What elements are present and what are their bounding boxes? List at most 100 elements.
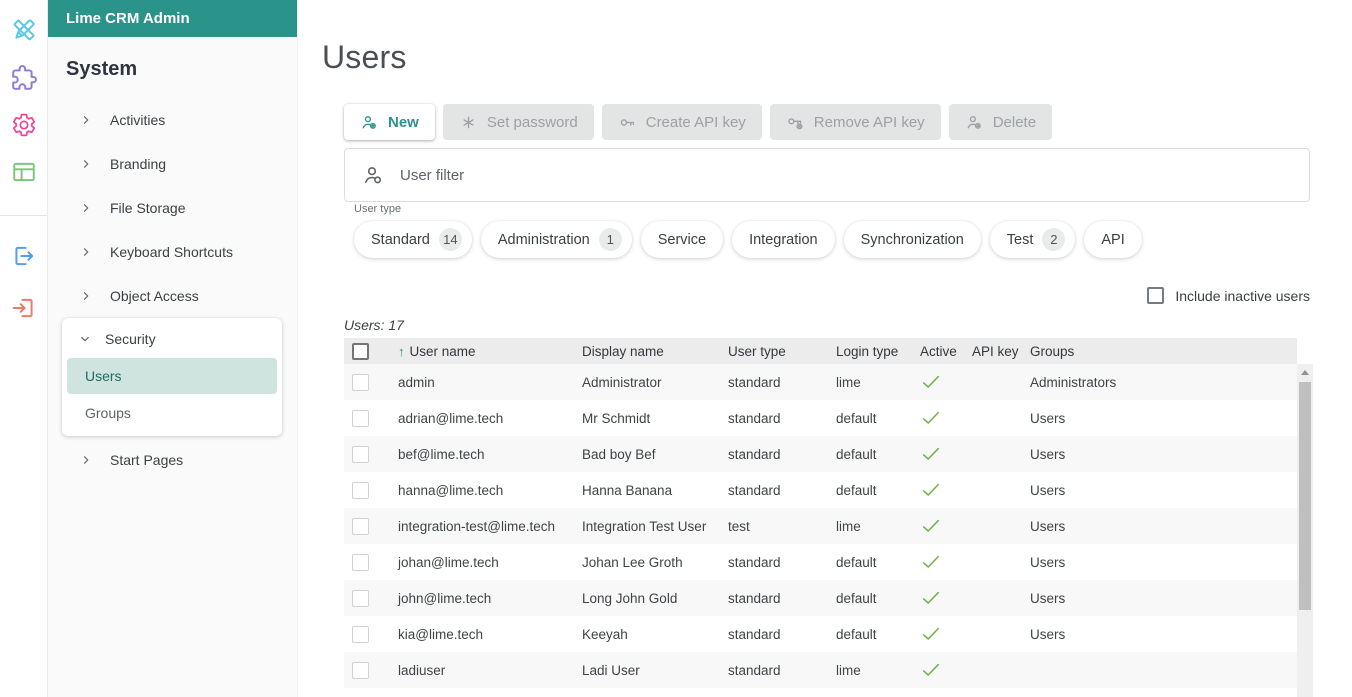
sidebar-item-label: File Storage <box>110 200 186 216</box>
row-select-cell <box>344 472 386 508</box>
cell-active <box>908 400 960 436</box>
table-row[interactable]: adrian@lime.tech Mr Schmidt standard defaul… <box>344 400 1297 436</box>
sidebar-item-file-storage[interactable]: File Storage <box>48 186 297 230</box>
row-checkbox[interactable] <box>352 517 369 535</box>
chip-label: Synchronization <box>860 231 964 248</box>
remove-api-key-button[interactable]: Remove API key <box>769 104 941 140</box>
table-header: ↑ User name Display name User type Login… <box>344 338 1297 364</box>
cell-api-key <box>960 472 1018 508</box>
column-header-api-key[interactable]: API key <box>960 338 1019 364</box>
sidebar-section-title: System <box>66 58 138 80</box>
user-type-chip[interactable]: Synchronization <box>843 221 981 258</box>
row-checkbox[interactable] <box>352 661 369 679</box>
chip-label: Standard <box>371 231 430 248</box>
user-filter-input[interactable] <box>398 165 1297 185</box>
table-row[interactable]: johan@lime.tech Johan Lee Groth standard de… <box>344 544 1297 580</box>
export-icon[interactable] <box>11 243 37 269</box>
cell-groups: Users <box>1030 626 1066 642</box>
include-inactive-checkbox[interactable] <box>1147 287 1165 304</box>
sidebar-item-activities[interactable]: Activities <box>48 98 297 142</box>
toolbar: New Set password Create API key Remove A… <box>344 104 1053 140</box>
design-tools-icon[interactable] <box>11 17 37 43</box>
table-row[interactable]: hanna@lime.tech Hanna Banana standard defau… <box>344 472 1297 508</box>
select-all-checkbox[interactable] <box>352 342 369 360</box>
row-checkbox[interactable] <box>352 625 369 643</box>
cell-login-type: default <box>836 626 877 642</box>
active-check-icon <box>920 443 942 465</box>
password-asterisk-icon <box>459 113 478 132</box>
users-count: Users: 17 <box>344 317 404 333</box>
table-row[interactable]: ladiuser Ladi User standard lime <box>344 652 1297 688</box>
user-filter-box <box>344 148 1310 202</box>
chip-label: API <box>1101 231 1125 248</box>
cell-groups: Users <box>1030 554 1066 570</box>
chip-count-badge: 1 <box>598 228 622 251</box>
user-type-chip[interactable]: Integration <box>732 221 835 258</box>
table-row[interactable]: integration-test@lime.tech Integration Te… <box>344 508 1297 544</box>
lime-crm-admin-window: Lime CRM Admin System Activities Brandin… <box>0 0 1352 697</box>
cell-display-name: Administrator <box>582 374 662 390</box>
cell-user-type: standard <box>728 446 781 462</box>
row-checkbox[interactable] <box>352 481 369 499</box>
row-select-cell <box>344 580 386 616</box>
sidebar-item-keyboard-shortcuts[interactable]: Keyboard Shortcuts <box>48 230 297 274</box>
row-select-cell <box>344 364 386 400</box>
cell-groups: Users <box>1030 446 1066 462</box>
cell-user-type: standard <box>728 626 781 642</box>
user-type-chip[interactable]: Test 2 <box>989 221 1076 258</box>
puzzle-icon[interactable] <box>11 65 37 91</box>
table-row[interactable]: john@lime.tech Long John Gold standard defa… <box>344 580 1297 616</box>
user-type-chip[interactable]: API <box>1084 221 1142 258</box>
cell-login-type: default <box>836 482 877 498</box>
scrollbar-thumb[interactable] <box>1299 382 1311 610</box>
row-checkbox[interactable] <box>352 445 369 463</box>
column-header-display-name[interactable]: Display name <box>570 338 716 364</box>
sidebar-item-object-access[interactable]: Object Access <box>48 274 297 318</box>
layout-icon[interactable] <box>11 159 37 185</box>
delete-button[interactable]: Delete <box>948 104 1053 140</box>
row-checkbox[interactable] <box>352 553 369 571</box>
user-type-chip[interactable]: Service <box>640 221 724 258</box>
cell-user-type: standard <box>728 482 781 498</box>
cell-user-name: john@lime.tech <box>398 590 492 606</box>
user-type-chip[interactable]: Administration 1 <box>480 221 632 258</box>
column-header-groups[interactable]: Groups <box>1018 338 1297 364</box>
sidebar-item-label: Groups <box>85 405 131 421</box>
scrollbar-up-arrow[interactable] <box>1297 364 1313 380</box>
row-checkbox[interactable] <box>352 409 369 427</box>
button-label: Set password <box>486 113 578 131</box>
row-checkbox[interactable] <box>352 589 369 607</box>
button-label: Delete <box>992 113 1037 131</box>
new-button[interactable]: New <box>344 104 435 140</box>
sidebar-item-label: Users <box>85 368 122 384</box>
person-remove-icon <box>965 113 984 132</box>
sidebar-item-branding[interactable]: Branding <box>48 142 297 186</box>
set-password-button[interactable]: Set password <box>442 104 594 140</box>
key-icon <box>618 113 637 132</box>
column-header-user-name[interactable]: ↑ User name <box>386 338 570 364</box>
sidebar-item-start-pages[interactable]: Start Pages <box>48 438 297 482</box>
sidebar-item-label: Security <box>105 331 156 347</box>
sidebar-item-groups[interactable]: Groups <box>67 394 277 432</box>
table-row[interactable]: kia@lime.tech Keeyah standard default Users <box>344 616 1297 652</box>
icon-rail <box>0 0 48 697</box>
users-table: ↑ User name Display name User type Login… <box>344 338 1313 697</box>
cell-active <box>908 544 960 580</box>
user-type-chip[interactable]: Standard 14 <box>354 221 472 258</box>
create-api-key-button[interactable]: Create API key <box>601 104 762 140</box>
table-row[interactable]: bef@lime.tech Bad boy Bef standard default U… <box>344 436 1297 472</box>
sidebar-item-label: Object Access <box>110 288 199 304</box>
cell-user-type: standard <box>728 554 781 570</box>
import-icon[interactable] <box>11 295 37 321</box>
cell-groups: Administrators <box>1030 374 1117 390</box>
sidebar-item-security[interactable]: Security <box>62 320 282 358</box>
row-checkbox[interactable] <box>352 373 369 391</box>
sidebar-item-users[interactable]: Users <box>67 358 277 394</box>
cell-active <box>908 616 960 652</box>
gear-icon[interactable] <box>11 112 37 138</box>
column-header-user-type[interactable]: User type <box>716 338 824 364</box>
button-label: Remove API key <box>813 113 925 131</box>
column-header-login-type[interactable]: Login type <box>824 338 908 364</box>
column-header-active[interactable]: Active <box>908 338 960 364</box>
table-row[interactable]: admin Administrator standard lime Administra… <box>344 364 1297 400</box>
